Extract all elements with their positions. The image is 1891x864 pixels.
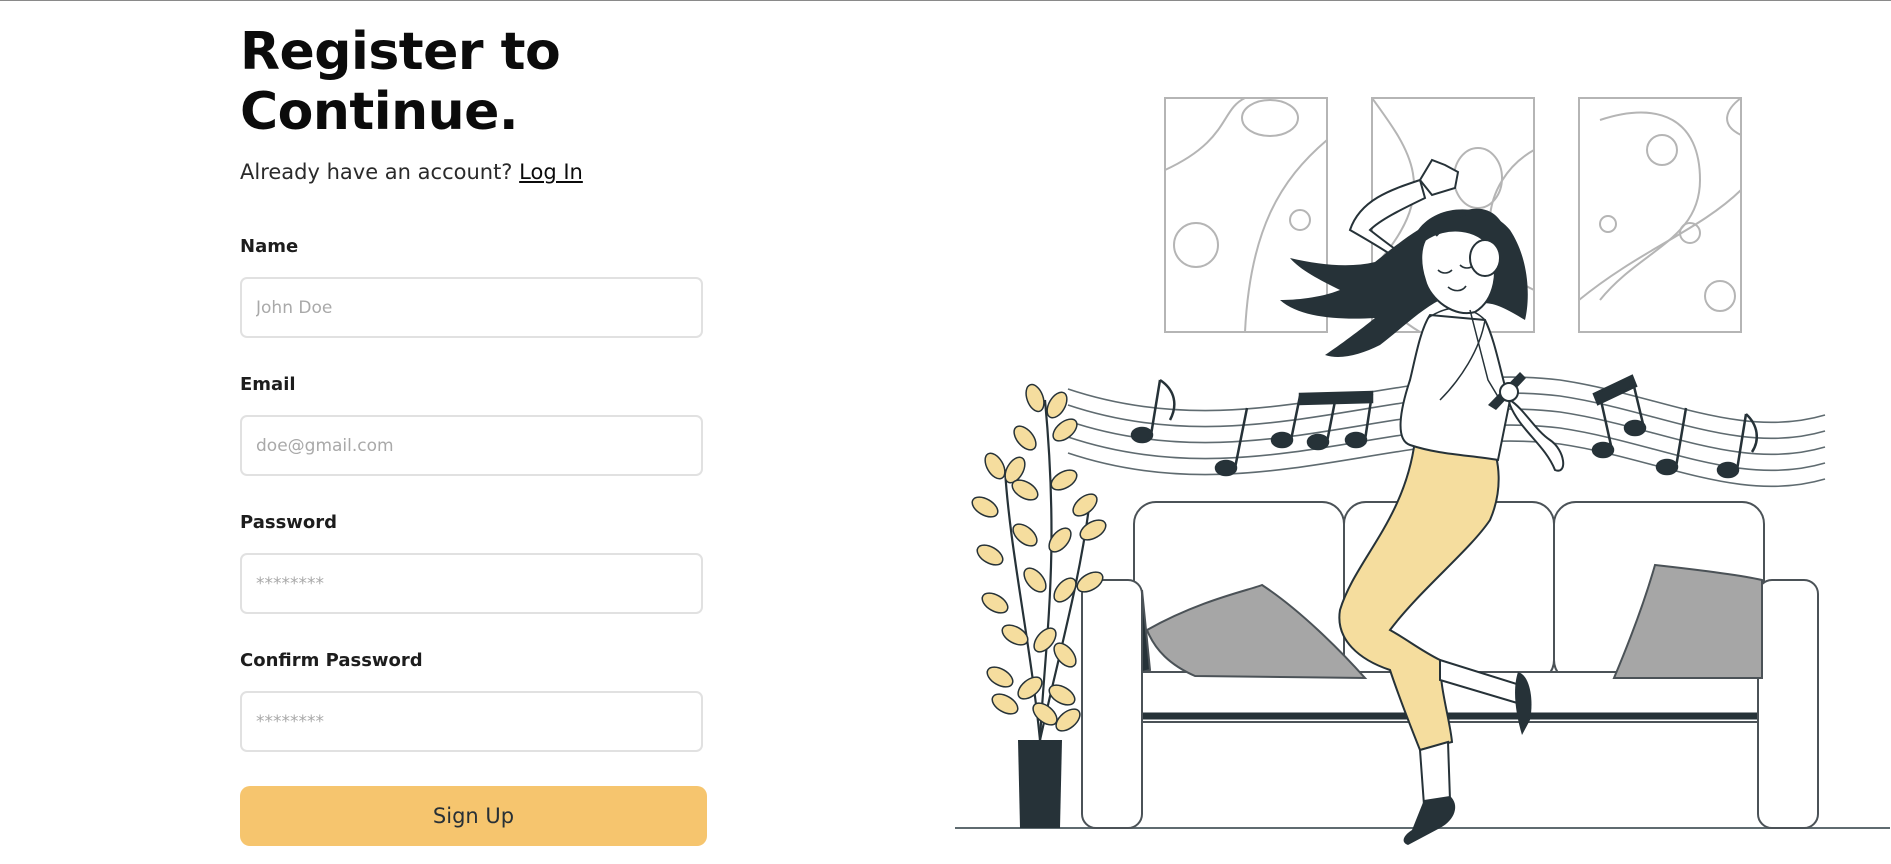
name-input[interactable]: [240, 277, 703, 338]
email-label: Email: [240, 374, 296, 395]
name-label: Name: [240, 236, 299, 257]
login-link[interactable]: Log In: [519, 160, 583, 184]
confirm-password-input[interactable]: [240, 691, 703, 752]
password-label: Password: [240, 512, 338, 533]
login-prompt: Already have an account? Log In: [240, 160, 583, 184]
top-divider: [0, 0, 1891, 1]
sign-up-button[interactable]: Sign Up: [240, 786, 707, 846]
confirm-password-label: Confirm Password: [240, 650, 423, 671]
email-input[interactable]: [240, 415, 703, 476]
login-prompt-text: Already have an account?: [240, 160, 513, 184]
password-input[interactable]: [240, 553, 703, 614]
title-line-2: Continue.: [240, 82, 519, 142]
dancing-woman-illustration: [955, 97, 1890, 845]
page-title: Register to Continue.: [240, 22, 561, 142]
title-line-1: Register to: [240, 22, 561, 82]
